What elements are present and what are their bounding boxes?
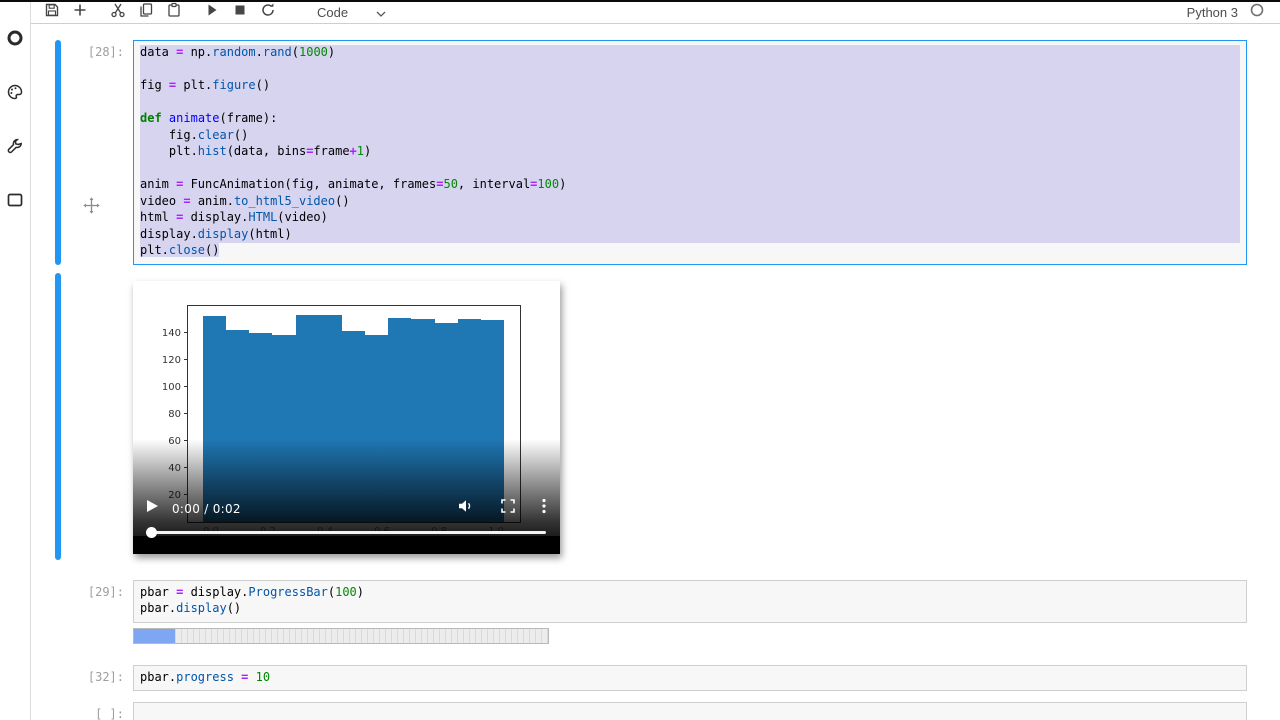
progress-bar-fill bbox=[134, 628, 176, 643]
copy-icon bbox=[138, 2, 154, 23]
code-line: plt.close() bbox=[140, 243, 220, 257]
video-controls: 0:00 / 0:02 bbox=[146, 498, 547, 519]
video-player[interactable]: 0.00.20.40.60.81.0 20406080100120140 0:0… bbox=[133, 280, 560, 554]
interrupt-kernel-button[interactable] bbox=[231, 4, 249, 22]
code-editor-28[interactable]: data = np.random.rand(1000) fig = plt.fi… bbox=[133, 40, 1247, 265]
run-button[interactable] bbox=[203, 4, 221, 22]
code-line: pbar.progress = 10 bbox=[140, 669, 271, 684]
volume-icon bbox=[457, 499, 475, 518]
input-prompt: [32]: bbox=[87, 669, 124, 684]
code-editor-empty[interactable] bbox=[133, 702, 1247, 720]
y-tick-label: 80 bbox=[168, 408, 181, 420]
cell-type-dropdown[interactable]: Code bbox=[317, 5, 386, 20]
code-line: display.display(html) bbox=[140, 226, 1240, 243]
notebook-panel: [28]: data = np.random.rand(1000) fig = … bbox=[31, 24, 1280, 720]
code-line: data = np.random.rand(1000) bbox=[140, 45, 1240, 62]
code-line: pbar.display() bbox=[140, 601, 242, 615]
save-button[interactable] bbox=[43, 2, 61, 23]
record-icon bbox=[6, 29, 24, 52]
insert-cell-button[interactable] bbox=[71, 4, 89, 22]
sidebar-palette-button[interactable] bbox=[5, 84, 25, 104]
kernel-name[interactable]: Python 3 bbox=[1187, 5, 1238, 20]
play-button[interactable] bbox=[146, 499, 159, 518]
run-icon bbox=[204, 2, 220, 23]
progress-bar-track bbox=[133, 627, 549, 644]
code-line: video = anim.to_html5_video() bbox=[140, 193, 1240, 210]
kebab-menu-icon bbox=[541, 498, 547, 519]
y-tick-label: 140 bbox=[161, 327, 181, 339]
palette-icon bbox=[6, 83, 24, 106]
kernel-indicator: Python 3 bbox=[1187, 3, 1280, 22]
output-prompt bbox=[61, 273, 133, 560]
seek-handle[interactable] bbox=[146, 526, 157, 538]
cell-type-label: Code bbox=[317, 5, 349, 20]
y-tick-mark bbox=[184, 412, 188, 414]
scissors-icon bbox=[110, 2, 126, 23]
input-prompt: [28]: bbox=[87, 45, 124, 59]
chevron-down-icon bbox=[376, 5, 386, 20]
activity-sidebar bbox=[0, 2, 31, 720]
save-icon bbox=[44, 2, 60, 23]
sidebar-record-button[interactable] bbox=[5, 30, 25, 50]
fullscreen-button[interactable] bbox=[501, 499, 515, 518]
code-line bbox=[140, 61, 1240, 78]
y-tick-mark bbox=[184, 385, 188, 387]
play-icon bbox=[146, 499, 159, 518]
restart-kernel-button[interactable] bbox=[259, 2, 277, 23]
code-line: def animate(frame): bbox=[140, 111, 1240, 128]
code-line: pbar = display.ProgressBar(100) bbox=[140, 584, 365, 599]
y-tick-mark bbox=[184, 358, 188, 360]
volume-button[interactable] bbox=[457, 499, 475, 518]
output-prompt bbox=[61, 623, 133, 644]
sidebar-tools-button[interactable] bbox=[5, 138, 25, 158]
y-tick-label: 120 bbox=[161, 354, 181, 366]
paste-icon bbox=[166, 2, 182, 23]
code-line: fig = plt.figure() bbox=[140, 78, 1240, 95]
window-icon bbox=[6, 191, 24, 214]
code-line: plt.hist(data, bins=frame+1) bbox=[140, 144, 1240, 161]
wrench-icon bbox=[6, 137, 24, 160]
kernel-status-icon bbox=[1250, 3, 1264, 22]
plus-icon bbox=[72, 2, 88, 23]
y-tick-label: 100 bbox=[161, 381, 181, 393]
notebook-toolbar: Code Python 3 bbox=[31, 2, 1280, 24]
code-editor-32[interactable]: pbar.progress = 10 bbox=[133, 664, 1247, 691]
code-cell-32: [32]: pbar.progress = 10 bbox=[31, 664, 1280, 691]
video-seek-bar[interactable] bbox=[146, 526, 546, 538]
code-editor-29[interactable]: pbar = display.ProgressBar(100) pbar.disp… bbox=[133, 579, 1247, 623]
sidebar-window-button[interactable] bbox=[5, 192, 25, 212]
code-cell-28: [28]: data = np.random.rand(1000) fig = … bbox=[31, 40, 1280, 265]
fullscreen-icon bbox=[501, 499, 515, 518]
code-line: html = display.HTML(video) bbox=[140, 210, 1240, 227]
paste-cells-button[interactable] bbox=[165, 2, 183, 23]
video-menu-button[interactable] bbox=[541, 498, 547, 519]
code-line: fig.clear() bbox=[140, 127, 1240, 144]
code-cell-29: [29]: pbar = display.ProgressBar(100) pba… bbox=[31, 579, 1280, 623]
input-prompt: [29]: bbox=[87, 584, 124, 599]
code-cell-empty: [ ]: bbox=[31, 702, 1280, 720]
restart-icon bbox=[260, 2, 276, 23]
code-line bbox=[140, 160, 1240, 177]
stop-icon bbox=[232, 2, 248, 23]
output-area-28: 0.00.20.40.60.81.0 20406080100120140 0:0… bbox=[31, 272, 1280, 560]
code-line bbox=[140, 94, 1240, 111]
output-area-29 bbox=[31, 623, 1280, 644]
cut-cells-button[interactable] bbox=[109, 2, 127, 23]
y-tick-mark bbox=[184, 331, 188, 333]
copy-cells-button[interactable] bbox=[137, 2, 155, 23]
video-time: 0:00 / 0:02 bbox=[172, 501, 241, 516]
video-gradient-overlay bbox=[133, 438, 560, 554]
code-line: anim = FuncAnimation(fig, animate, frame… bbox=[140, 177, 1240, 194]
jupyterlab-app: Code Python 3 [28]: data = np.random.ran… bbox=[0, 2, 1280, 720]
input-prompt: [ ]: bbox=[95, 707, 124, 720]
